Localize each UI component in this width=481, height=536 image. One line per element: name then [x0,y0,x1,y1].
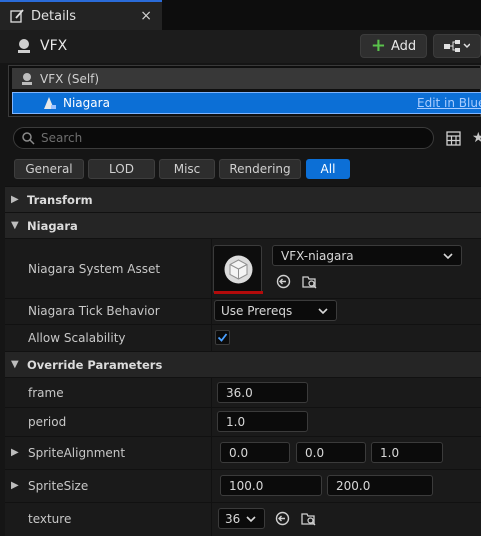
details-pencil-icon [10,9,24,23]
property-matrix-icon[interactable] [446,131,461,146]
plus-icon: + [370,35,386,56]
browse-asset-icon[interactable] [301,511,316,526]
chevron-down-icon [443,253,453,260]
column-divider [211,325,212,351]
component-row-niagara[interactable]: Niagara Edit in Blue [12,92,481,114]
component-tree: VFX (Self) Niagara Edit in Blue [8,65,481,117]
texture-value: 36 [225,511,241,526]
actor-name: VFX [40,38,68,54]
details-tab-label: Details [31,8,77,24]
allow-scalability-checkbox[interactable] [215,330,230,345]
collapse-arrow-icon: ▼ [11,359,19,370]
system-asset-value: VFX-niagara [281,248,354,263]
section-niagara[interactable]: ▼ Niagara [5,212,481,238]
search-icon [22,131,35,145]
search-bar [13,127,434,149]
property-label: period [28,415,67,429]
actor-header: VFX + Add [0,30,481,63]
column-divider [211,299,212,324]
component-label: VFX (Self) [40,71,100,86]
panel-tab-bar: Details × [0,0,481,30]
column-divider [211,503,212,536]
edit-in-blueprint-link[interactable]: Edit in Blue [417,96,481,110]
property-label: Niagara Tick Behavior [28,304,160,318]
actor-icon [18,39,30,53]
expand-arrow-icon: ▶ [11,194,19,205]
section-title: Override Parameters [27,357,163,372]
column-divider [211,378,212,407]
sprite-alignment-z-field[interactable]: 1.0 [371,442,443,463]
column-divider [211,470,212,502]
filter-general-button[interactable]: General [14,159,84,179]
chevron-down-icon [246,516,256,523]
component-label: Niagara [63,96,110,110]
star-icon[interactable]: ★ [472,130,481,146]
checkmark-icon [217,333,228,342]
asset-thumbnail[interactable] [213,245,263,294]
add-component-button[interactable]: + Add [360,34,427,58]
property-label: SpriteAlignment [28,446,126,460]
property-row-allow-scalability: Allow Scalability [5,324,481,351]
property-label: SpriteSize [28,479,89,493]
section-title: Niagara [27,218,78,233]
filter-all-button[interactable]: All [306,159,350,179]
filter-rendering-button[interactable]: Rendering [219,159,301,179]
system-asset-picker[interactable]: VFX-niagara [272,245,462,266]
niagara-system-cube-icon [224,255,253,284]
filter-misc-button[interactable]: Misc [159,159,215,179]
chevron-down-icon [318,308,328,315]
period-value-field[interactable]: 1.0 [217,411,308,432]
use-selected-asset-icon[interactable] [276,274,291,289]
tick-behavior-value: Use Prereqs [221,303,293,318]
sprite-alignment-x-field[interactable]: 0.0 [220,442,290,463]
sprite-alignment-y-field[interactable]: 0.0 [296,442,366,463]
property-label: Niagara System Asset [28,262,161,276]
blueprint-options-button[interactable] [433,34,481,58]
close-icon[interactable]: × [140,8,152,24]
section-title: Transform [27,192,93,207]
search-input[interactable] [41,131,421,145]
column-divider [211,408,212,436]
add-button-label: Add [390,38,417,54]
column-divider [211,239,212,298]
frame-value-field[interactable]: 36.0 [217,382,308,403]
collapse-arrow-icon: ▼ [11,220,19,231]
niagara-component-icon [44,97,56,109]
column-divider [211,437,212,469]
expand-arrow-icon: ▶ [11,480,19,491]
expand-arrow-icon: ▶ [11,447,19,458]
browse-asset-icon[interactable] [302,274,317,289]
asset-type-underline [214,291,263,294]
filter-lod-button[interactable]: LOD [88,159,155,179]
actor-self-icon [22,72,32,85]
component-row-self[interactable]: VFX (Self) [12,68,481,89]
property-label: texture [28,512,72,526]
texture-dropdown[interactable]: 36 [218,508,265,529]
property-label: frame [28,386,64,400]
property-label: Allow Scalability [28,331,126,345]
section-transform[interactable]: ▶ Transform [5,186,481,212]
sprite-size-y-field[interactable]: 200.0 [327,475,433,496]
blueprint-hierarchy-icon [444,40,470,52]
use-selected-asset-icon[interactable] [275,511,290,526]
details-tab[interactable]: Details × [0,0,162,30]
tick-behavior-dropdown[interactable]: Use Prereqs [214,300,337,321]
section-override-parameters[interactable]: ▼ Override Parameters [5,351,481,377]
sprite-size-x-field[interactable]: 100.0 [220,475,322,496]
